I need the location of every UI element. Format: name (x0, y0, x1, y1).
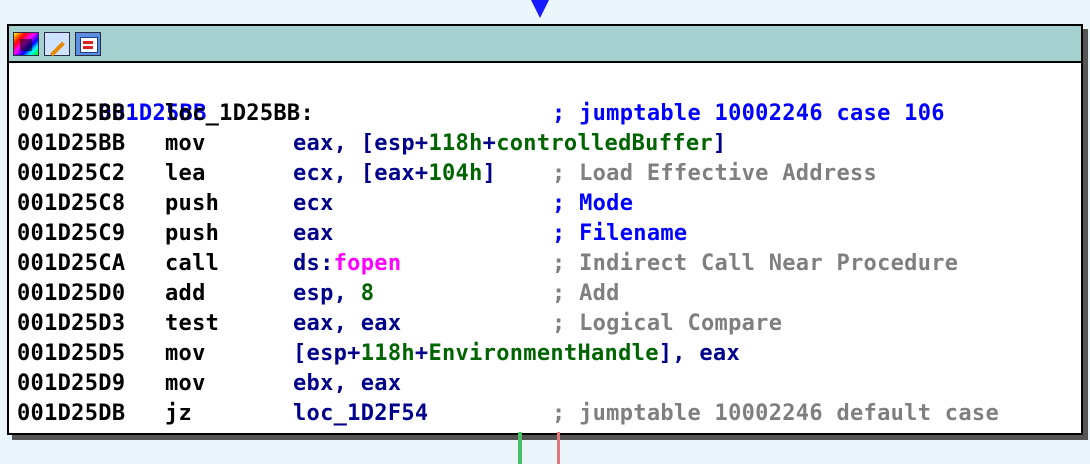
instruction-comment: ; Indirect Call Near Procedure (552, 251, 959, 276)
rename-pencil-icon[interactable] (44, 31, 70, 56)
instruction-comment: ; Load Effective Address (552, 161, 878, 186)
operand-token[interactable]: ecx (293, 191, 334, 216)
operand-token[interactable]: ecx, [eax+ (293, 161, 428, 186)
operand-token[interactable]: ds: (293, 251, 334, 276)
instruction-operands[interactable]: eax, [esp+118h+controlledBuffer] (293, 129, 726, 159)
instruction-line[interactable]: 001D25C2 lea ecx, [eax+104h] ; Load Effecti… (17, 159, 1081, 189)
instruction-mnemonic[interactable]: test (165, 309, 219, 339)
instruction-operands[interactable]: ds:fopen (293, 249, 401, 279)
instruction-mnemonic[interactable]: mov (165, 129, 206, 159)
operand-token[interactable]: eax, [esp+ (293, 131, 428, 156)
instruction-operands[interactable]: ecx (293, 189, 334, 219)
instruction-operands[interactable]: eax (293, 219, 334, 249)
instruction-mnemonic[interactable]: call (165, 249, 219, 279)
instruction-mnemonic[interactable]: add (165, 279, 206, 309)
instruction-comment: ; Logical Compare (552, 311, 783, 336)
disassembly-node[interactable]: 001D25BB 001D25BB loc_1D25BB: ; jumptable … (7, 24, 1083, 435)
operand-token[interactable]: ebx, eax (293, 371, 401, 396)
instruction-line[interactable]: 001D25C8 push ecx ; Mode (17, 189, 1081, 219)
operand-token[interactable]: eax (293, 221, 334, 246)
instruction-address: 001D25DB (17, 401, 126, 426)
operand-token[interactable]: fopen (334, 251, 402, 276)
instruction-line[interactable]: 001D25D5 mov [esp+118h+EnvironmentHandle],… (17, 339, 1081, 369)
instruction-operands[interactable]: ecx, [eax+104h] (293, 159, 496, 189)
operand-token[interactable]: + (483, 131, 497, 156)
instruction-operands[interactable]: eax, eax (293, 309, 401, 339)
instruction-line[interactable]: 001D25CA call ds:fopen ; Indirect Call Near… (17, 249, 1081, 279)
operand-token[interactable]: 8 (361, 281, 375, 306)
instruction-line[interactable]: 001D25DB jz loc_1D2F54 ; jumptable 10002246… (17, 399, 1081, 429)
instruction-comment: ; Mode (552, 191, 634, 216)
node-header (9, 26, 1081, 63)
operand-token[interactable]: eax, eax (293, 311, 401, 336)
instruction-line[interactable]: 001D25BB mov eax, [esp+118h+controlledBuff… (17, 129, 1081, 159)
instruction-address: 001D25D9 (17, 371, 126, 396)
operand-token[interactable]: 104h (428, 161, 482, 186)
instruction-comment: ; jumptable 10002246 default case (552, 401, 999, 426)
operand-token[interactable]: loc_1D2F54 (293, 401, 428, 426)
operand-token[interactable]: ] (483, 161, 497, 186)
instruction-operands[interactable]: loc_1D2F54 (293, 399, 428, 429)
instruction-comment: ; Add (552, 281, 620, 306)
instruction-address: 001D25BB (17, 131, 126, 156)
instruction-mnemonic[interactable]: mov (165, 369, 206, 399)
incoming-edge-arrow (531, 0, 549, 18)
instruction-mnemonic[interactable]: lea (165, 159, 206, 189)
operand-token[interactable]: EnvironmentHandle (428, 341, 658, 366)
operand-token[interactable]: ] (713, 131, 727, 156)
instruction-address: 001D25D3 (17, 311, 126, 336)
instruction-mnemonic[interactable]: jz (165, 399, 192, 429)
instruction-operands[interactable]: esp, 8 (293, 279, 374, 309)
block-label-line[interactable]: 001D25BB (17, 69, 1081, 126)
operand-token[interactable]: 118h (428, 131, 482, 156)
edge-false-branch (557, 432, 560, 464)
operand-token[interactable]: controlledBuffer (496, 131, 713, 156)
instruction-line[interactable]: 001D25D0 add esp, 8 ; Add (17, 279, 1081, 309)
instruction-mnemonic[interactable]: push (165, 219, 219, 249)
operand-token[interactable]: ], eax (659, 341, 740, 366)
instruction-address: 001D25C8 (17, 191, 126, 216)
color-palette-icon[interactable] (13, 31, 39, 56)
instruction-address: 001D25D5 (17, 341, 126, 366)
instruction-line[interactable]: 001D25BB loc_1D25BB: ; jumptable 10002246 … (17, 99, 1081, 129)
instruction-address: 001D25BB (17, 101, 126, 126)
instruction-mnemonic[interactable]: push (165, 189, 219, 219)
operand-token[interactable]: esp, (293, 281, 361, 306)
instruction-operands[interactable]: [esp+118h+EnvironmentHandle], eax (293, 339, 740, 369)
instruction-mnemonic[interactable]: mov (165, 339, 206, 369)
disassembly-listing[interactable]: 001D25BB 001D25BB loc_1D25BB: ; jumptable … (9, 63, 1081, 429)
edge-true-branch (518, 432, 522, 464)
instruction-operands[interactable]: ebx, eax (293, 369, 401, 399)
instruction-address: 001D25D0 (17, 281, 126, 306)
operand-token[interactable]: + (415, 341, 429, 366)
instruction-mnemonic[interactable]: loc_1D25BB: (165, 99, 314, 129)
instruction-line[interactable]: 001D25D3 test eax, eax ; Logical Compare (17, 309, 1081, 339)
instruction-comment: ; Filename (552, 221, 688, 246)
operand-token[interactable]: 118h (361, 341, 415, 366)
instruction-address: 001D25C9 (17, 221, 126, 246)
instruction-address: 001D25C2 (17, 161, 126, 186)
graph-view-icon[interactable] (75, 31, 101, 56)
instruction-address: 001D25CA (17, 251, 126, 276)
instruction-line[interactable]: 001D25C9 push eax ; Filename (17, 219, 1081, 249)
operand-token[interactable]: [esp+ (293, 341, 361, 366)
instruction-line[interactable]: 001D25D9 mov ebx, eax (17, 369, 1081, 399)
instruction-comment: ; jumptable 10002246 case 106 (552, 101, 945, 126)
